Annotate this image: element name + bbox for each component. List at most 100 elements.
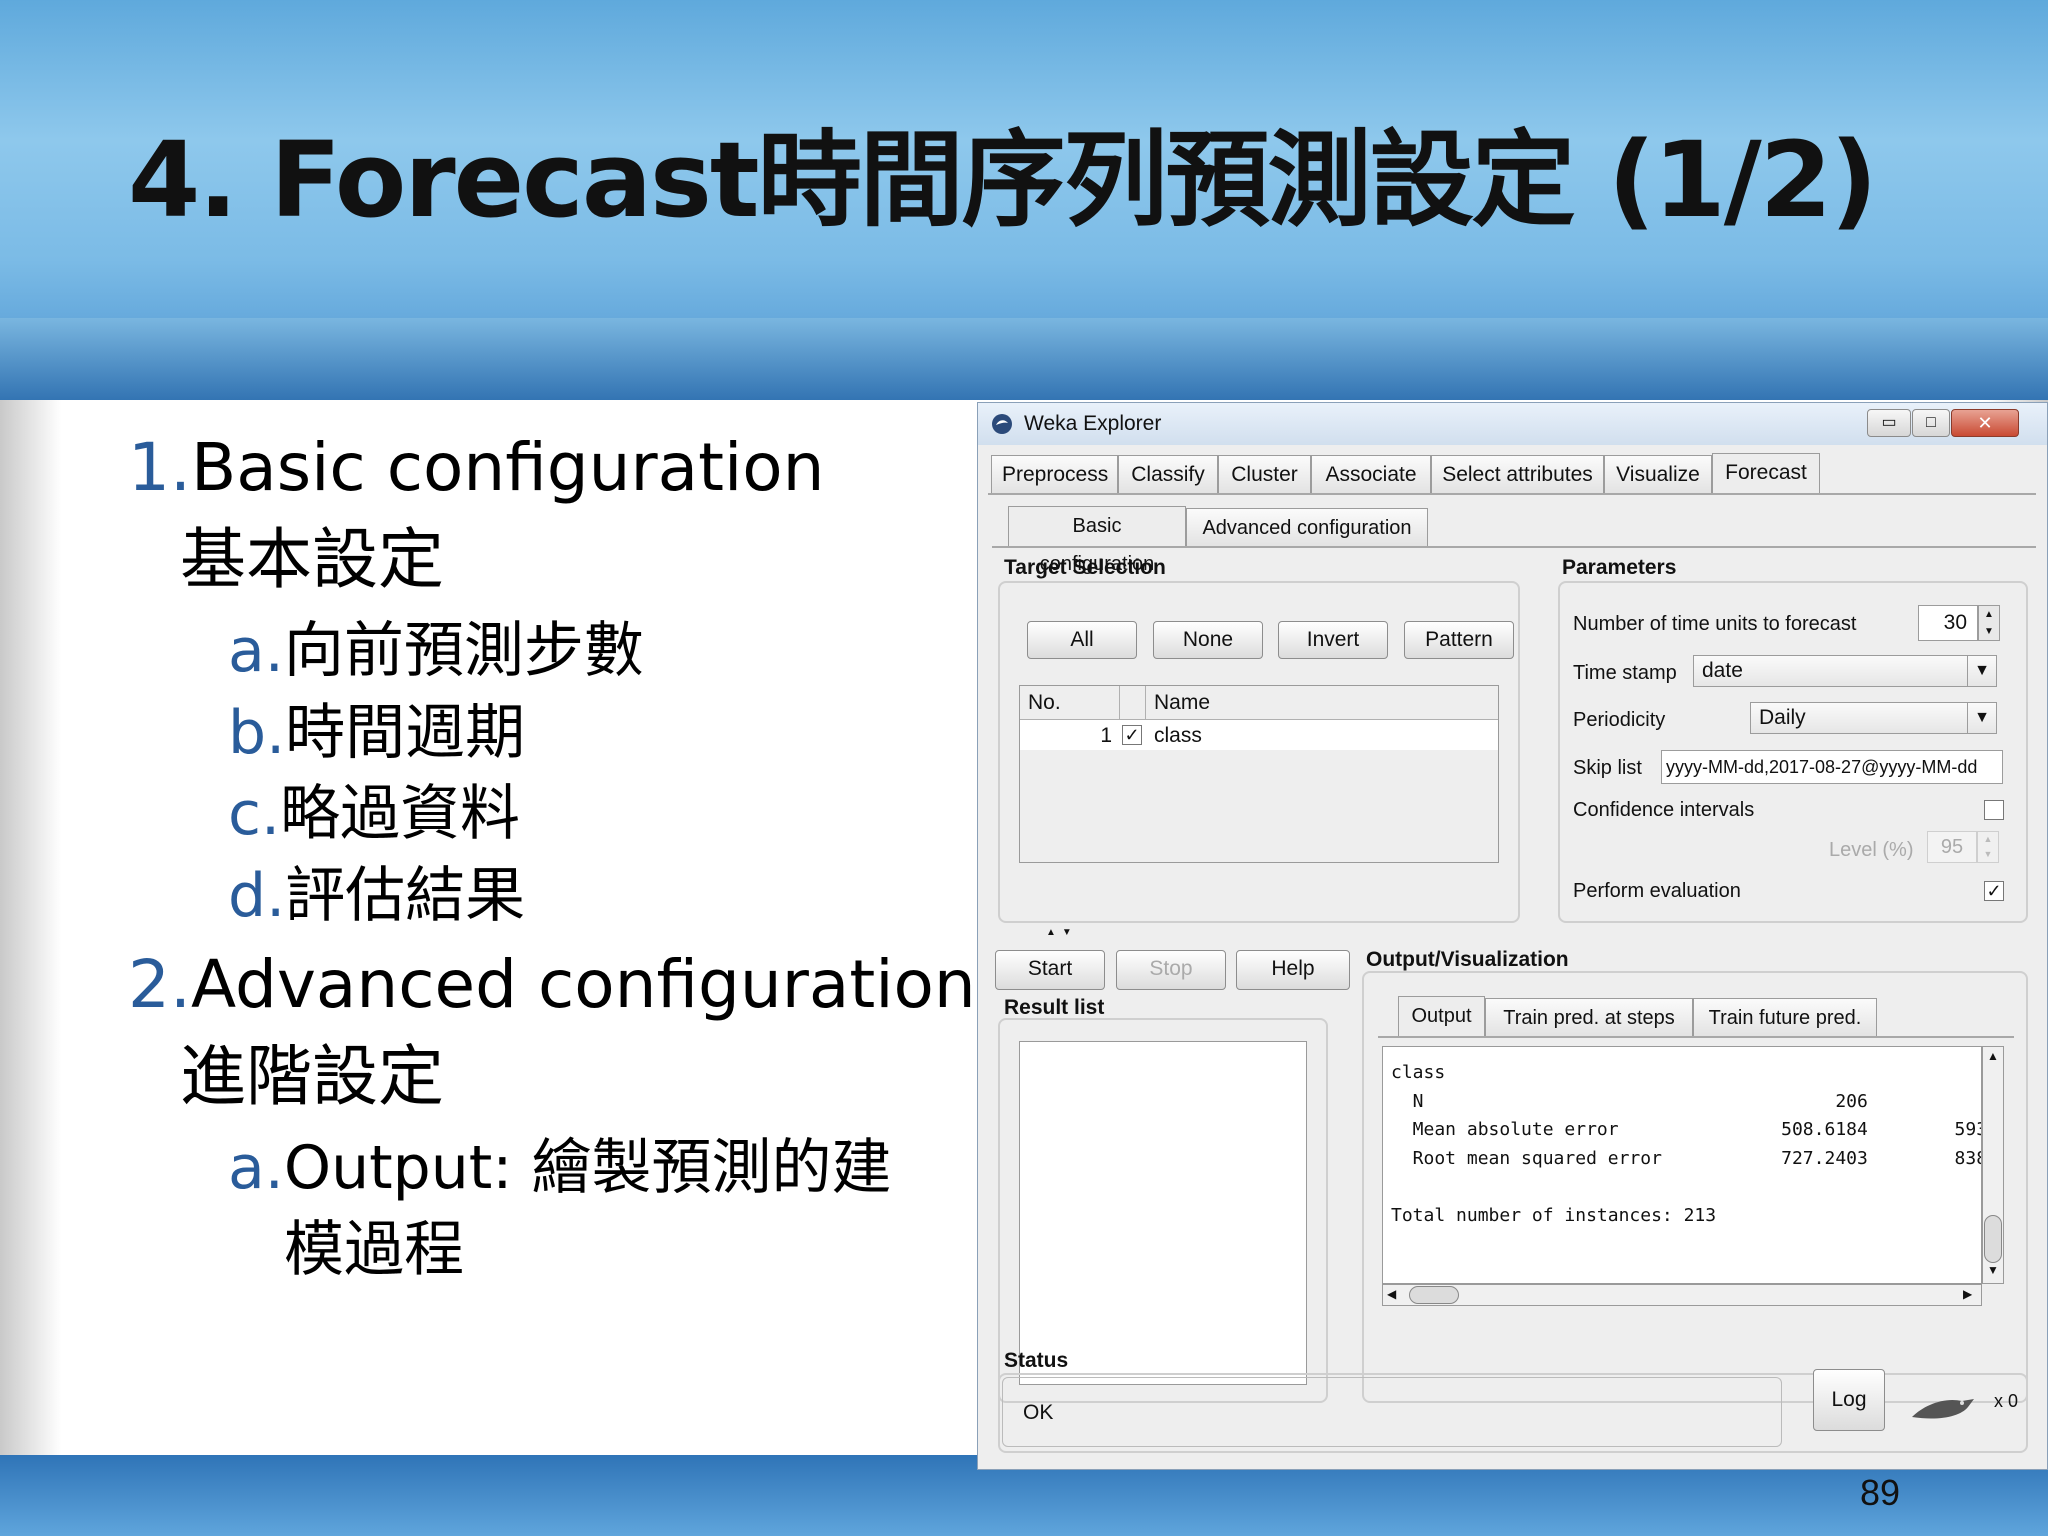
skip-list-input[interactable]: yyyy-MM-dd,2017-08-27@yyyy-MM-dd	[1661, 750, 2003, 784]
output-visualization-heading: Output/Visualization	[1366, 948, 1569, 971]
tab-classify[interactable]: Classify	[1118, 455, 1218, 493]
all-button[interactable]: All	[1027, 621, 1137, 659]
output-vertical-scrollbar[interactable]: ▲ ▼	[1982, 1046, 2004, 1284]
output-horizontal-scrollbar[interactable]: ◀ ▶	[1382, 1284, 1982, 1306]
result-list[interactable]	[1019, 1041, 1307, 1385]
bullet-text: 進階設定	[180, 1038, 444, 1115]
maximize-button[interactable]: □	[1912, 409, 1950, 437]
column-header-label: No.	[1028, 691, 1061, 714]
spinner-down-icon: ▼	[1983, 849, 1993, 859]
slide-title: 4. Forecast時間序列預測設定 (1/2)	[128, 119, 1878, 241]
scroll-left-icon: ◀	[1387, 1287, 1397, 1301]
tab-forecast[interactable]: Forecast	[1712, 453, 1820, 493]
spinner-up-icon: ▲	[1983, 834, 1993, 844]
bullet-text: Output: 繪製預測的建	[283, 1133, 892, 1203]
chevron-down-icon: ▼	[1967, 656, 1996, 686]
slide-background-band	[0, 318, 2048, 400]
bullet-text: 向前預測步數	[283, 616, 644, 686]
bullet-2a-continued: 模過程	[284, 1212, 464, 1288]
row-name: class	[1154, 724, 1202, 747]
level-input[interactable]: 95	[1927, 831, 1977, 863]
bullet-text: 略過資料	[280, 779, 521, 849]
help-button[interactable]: Help	[1236, 950, 1350, 990]
column-header-name[interactable]: Name	[1146, 686, 1498, 720]
tab-cluster[interactable]: Cluster	[1218, 455, 1311, 493]
perform-evaluation-checkbox[interactable]: ✓	[1984, 881, 2004, 901]
subtab-basic-configuration[interactable]: Basic configuration	[1008, 506, 1186, 575]
close-icon: ✕	[1977, 413, 1993, 433]
chevron-down-icon: ▼	[1967, 703, 1996, 733]
column-header-no[interactable]: No.	[1020, 686, 1120, 720]
periodicity-select[interactable]: Daily ▼	[1750, 702, 1997, 734]
spinner-down-icon: ▼	[1984, 626, 1994, 637]
periodicity-label: Periodicity	[1573, 709, 1666, 731]
tab-output[interactable]: Output	[1398, 996, 1485, 1036]
close-button[interactable]: ✕	[1951, 409, 2019, 437]
subtab-advanced-configuration[interactable]: Advanced configuration	[1186, 508, 1428, 546]
weka-bird-icon	[990, 412, 1014, 436]
page-number: 89	[1860, 1472, 1901, 1513]
output-text-area[interactable]: class N 206 Mean absolute error 508.6184…	[1382, 1046, 1982, 1284]
bullet-1b: b.時間週期	[228, 695, 525, 771]
stop-button[interactable]: Stop	[1116, 950, 1226, 990]
bullet-number: c.	[228, 779, 281, 849]
output-line: N 206	[1391, 1090, 1868, 1112]
result-list-heading: Result list	[1004, 996, 1105, 1019]
row-number: 1	[1100, 724, 1112, 747]
bullet-number: d.	[228, 861, 286, 931]
bullet-1: 1.Basic configuration	[128, 428, 825, 508]
perform-evaluation-label: Perform evaluation	[1573, 880, 1741, 902]
level-spinner[interactable]: ▲ ▼	[1977, 831, 1999, 863]
scroll-thumb[interactable]	[1984, 1215, 2002, 1263]
tab-visualize[interactable]: Visualize	[1604, 455, 1712, 493]
tab-underline	[988, 493, 2036, 495]
units-spinner[interactable]: ▲ ▼	[1978, 605, 2000, 641]
status-heading: Status	[1004, 1349, 1069, 1372]
split-pane-divider[interactable]: ▲▼	[988, 927, 2036, 939]
bullet-1c: c.略過資料	[228, 776, 520, 852]
log-button[interactable]: Log	[1813, 1369, 1885, 1431]
bullet-text: 時間週期	[285, 698, 526, 768]
row-checkbox[interactable]: ✓	[1122, 725, 1142, 745]
scroll-thumb[interactable]	[1409, 1286, 1459, 1304]
invert-button[interactable]: Invert	[1278, 621, 1388, 659]
confidence-intervals-checkbox[interactable]	[1984, 800, 2004, 820]
weka-bird-status-icon	[1910, 1391, 1978, 1425]
table-row[interactable]: 1 ✓ class	[1020, 720, 1498, 750]
none-button[interactable]: None	[1153, 621, 1263, 659]
window-titlebar[interactable]: Weka Explorer ▭ □ ✕	[978, 403, 2047, 445]
output-line: Total number of instances: 213	[1391, 1204, 1717, 1226]
minimize-button[interactable]: ▭	[1867, 409, 1911, 437]
parameters-heading: Parameters	[1562, 556, 1677, 579]
pattern-button[interactable]: Pattern	[1404, 621, 1514, 659]
tab-train-future-pred[interactable]: Train future pred.	[1693, 998, 1877, 1036]
tab-train-pred-at-steps[interactable]: Train pred. at steps	[1485, 998, 1693, 1036]
column-header-label: Name	[1154, 691, 1211, 714]
bullet-2-subtitle: 進階設定	[180, 1037, 444, 1117]
output-line: Root mean squared error 727.2403 838	[1391, 1147, 1982, 1169]
bullet-text: Advanced configuration	[190, 946, 976, 1023]
start-button[interactable]: Start	[995, 950, 1105, 990]
confidence-intervals-label: Confidence intervals	[1573, 799, 1755, 821]
periodicity-value: Daily	[1759, 706, 1806, 729]
time-stamp-select[interactable]: date ▼	[1693, 655, 1997, 687]
tab-preprocess[interactable]: Preprocess	[991, 455, 1118, 493]
bullet-1a: a.向前預測步數	[228, 613, 644, 689]
tab-select-attributes[interactable]: Select attributes	[1431, 455, 1604, 493]
units-to-forecast-label: Number of time units to forecast	[1573, 613, 1857, 635]
scroll-up-icon: ▲	[1987, 1049, 1999, 1063]
divider-arrows-icon: ▲▼	[1046, 927, 1078, 938]
output-line: class	[1391, 1062, 1446, 1083]
output-line: Mean absolute error 508.6184 593	[1391, 1119, 1982, 1140]
column-header-check[interactable]	[1120, 686, 1146, 720]
tab-associate[interactable]: Associate	[1311, 455, 1431, 493]
subtab-underline	[992, 546, 2036, 548]
bullet-text: 基本設定	[180, 521, 444, 598]
time-stamp-label: Time stamp	[1573, 662, 1677, 684]
bullet-1-subtitle: 基本設定	[180, 520, 444, 600]
level-label: Level (%)	[1829, 839, 1914, 861]
time-stamp-value: date	[1702, 659, 1743, 682]
units-to-forecast-input[interactable]: 30	[1918, 605, 1978, 641]
skip-list-label: Skip list	[1573, 757, 1642, 779]
